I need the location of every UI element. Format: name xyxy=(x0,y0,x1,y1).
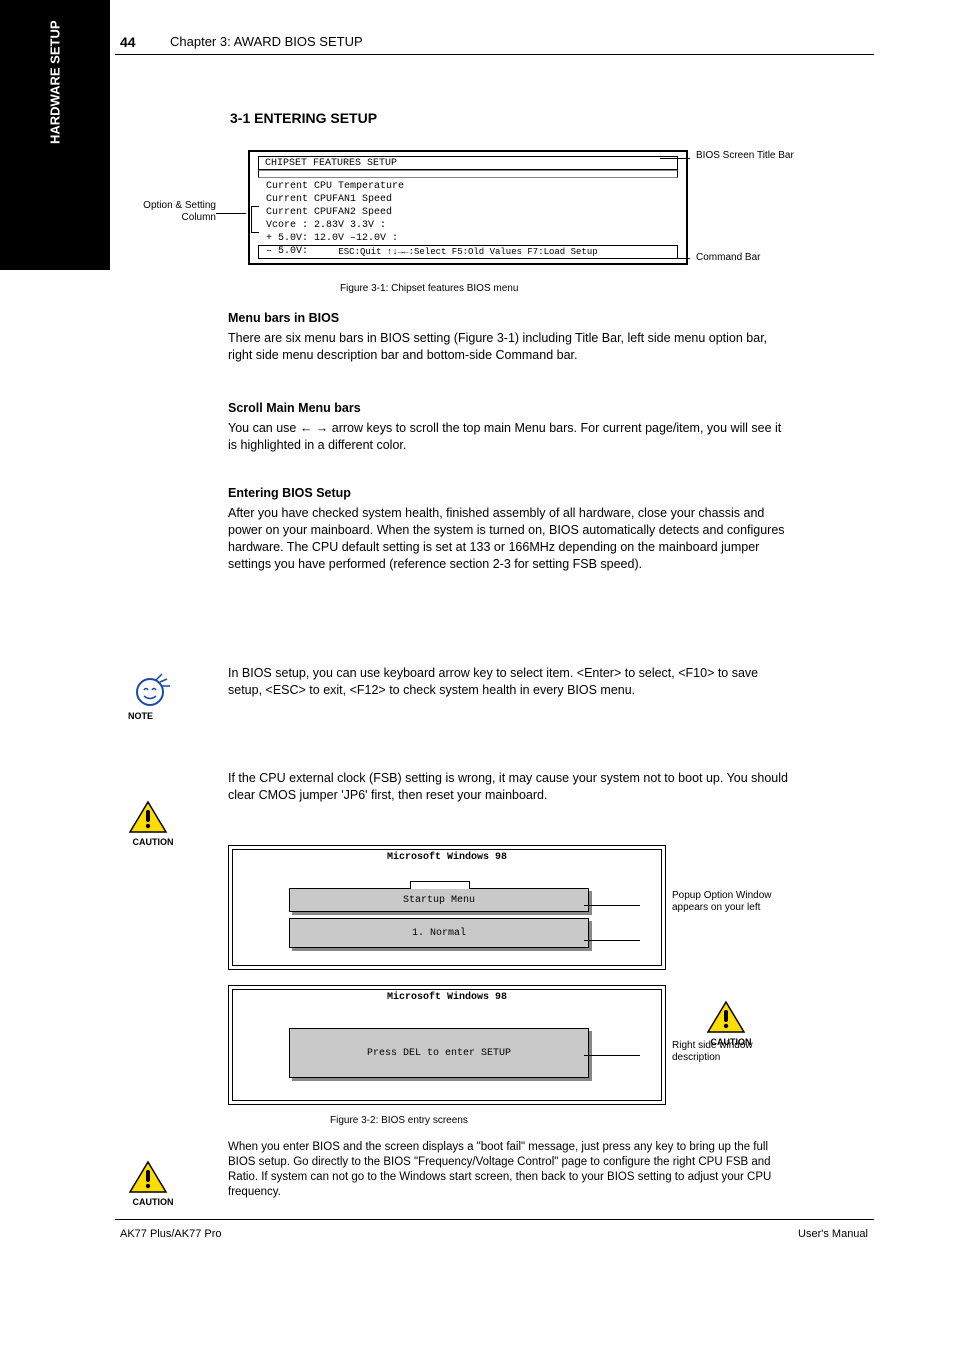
caution-icon: CAUTION xyxy=(128,1160,178,1207)
bios-body: Current CPU Temperature Current CPUFAN1 … xyxy=(254,180,678,245)
bios-opt: + 5.0V: 12.0V –12.0V : xyxy=(266,232,404,245)
footer-left: AK77 Plus/AK77 Pro xyxy=(120,1228,222,1240)
callout-line xyxy=(660,158,690,159)
system-box-1: Microsoft Windows 98 Startup Menu 1. Nor… xyxy=(228,845,666,970)
bios-mid-band xyxy=(258,170,678,178)
para2-head: Scroll Main Menu bars xyxy=(228,400,361,417)
bios-opt: Current CPUFAN2 Speed xyxy=(266,206,404,219)
callout-bios-title: BIOS Screen Title Bar xyxy=(696,150,826,162)
callout-line xyxy=(660,258,690,259)
callout-line xyxy=(216,213,246,214)
chapter-header: Chapter 3: AWARD BIOS SETUP xyxy=(170,34,363,49)
caution-label: CAUTION xyxy=(706,1037,756,1047)
bios-opt: Current CPU Temperature xyxy=(266,180,404,193)
sys1-bar1: Startup Menu xyxy=(289,888,589,912)
callout-line xyxy=(584,905,640,906)
para2-body: You can use ← → arrow keys to scroll the… xyxy=(228,420,788,454)
sys-caption: Figure 3-2: BIOS entry screens xyxy=(330,1112,468,1129)
para3-body: After you have checked system health, fi… xyxy=(228,505,788,573)
bios-command-bar: ESC:Quit ↑↓→←:Select F5:Old Values F7:Lo… xyxy=(258,245,678,259)
note-para1: In BIOS setup, you can use keyboard arro… xyxy=(228,665,788,699)
caution-icon: CAUTION xyxy=(128,800,178,847)
bios-caption: Figure 3-1: Chipset features BIOS menu xyxy=(340,280,518,297)
bios-opt: Current CPUFAN1 Speed xyxy=(266,193,404,206)
header-rule xyxy=(115,54,874,55)
callout-popup: Popup Option Window appears on your left xyxy=(672,890,802,914)
para3-head: Entering BIOS Setup xyxy=(228,485,351,502)
sys1-bar1-text: Startup Menu xyxy=(403,895,475,906)
section-heading: 3-1 ENTERING SETUP xyxy=(230,110,377,126)
caution-icon: CAUTION xyxy=(706,1000,756,1047)
caution-label: CAUTION xyxy=(128,1197,178,1207)
note-icon: NOTE xyxy=(128,668,178,721)
page-number: 44 xyxy=(120,34,136,50)
bios-title-bar: CHIPSET FEATURES SETUP xyxy=(258,156,678,170)
callout-line xyxy=(584,1055,640,1056)
system-box-2: Microsoft Windows 98 Press DEL to enter … xyxy=(228,985,666,1105)
footer-rule xyxy=(115,1219,874,1220)
option-bracket xyxy=(251,206,259,233)
caution-text2: When you enter BIOS and the screen displ… xyxy=(228,1140,788,1200)
sys1-bar2: 1. Normal xyxy=(289,918,589,948)
sidebar-label: HARDWARE SETUP xyxy=(0,0,110,270)
caution-text1: If the CPU external clock (FSB) setting … xyxy=(228,770,788,804)
para1-body: There are six menu bars in BIOS setting … xyxy=(228,330,788,364)
para1-head: Menu bars in BIOS xyxy=(228,310,339,327)
caution-label: CAUTION xyxy=(128,837,178,847)
bios-diagram: CHIPSET FEATURES SETUP Current CPU Tempe… xyxy=(248,150,688,265)
sys1-title: Microsoft Windows 98 xyxy=(229,852,665,863)
sys2-bar: Press DEL to enter SETUP xyxy=(289,1028,589,1078)
callout-options: Option & Setting Column xyxy=(138,200,216,224)
sys2-title: Microsoft Windows 98 xyxy=(229,992,665,1003)
footer-right: User's Manual xyxy=(798,1228,868,1240)
callout-command: Command Bar xyxy=(696,252,816,264)
tab-notch xyxy=(410,881,470,889)
callout-line xyxy=(584,940,640,941)
sidebar-text: HARDWARE SETUP xyxy=(48,20,63,144)
note-label: NOTE xyxy=(128,711,178,721)
bios-opt: Vcore : 2.83V 3.3V : xyxy=(266,219,404,232)
